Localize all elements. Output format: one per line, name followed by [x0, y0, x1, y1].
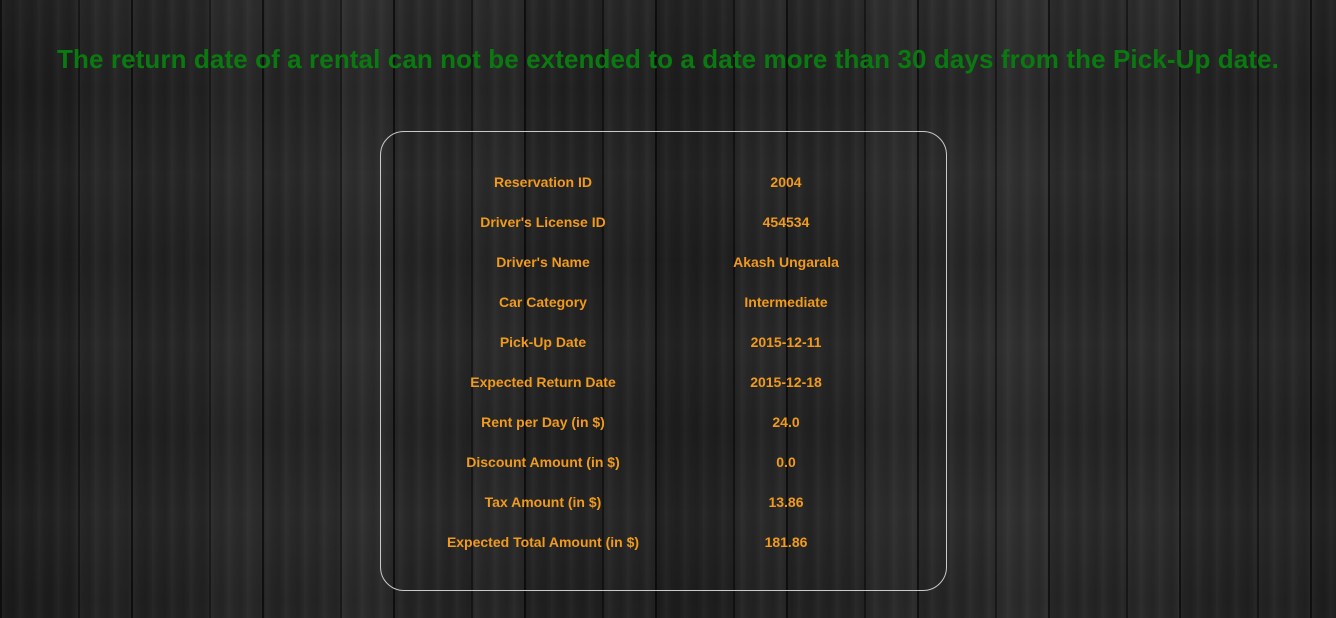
row-reservation-id: Reservation ID 2004	[381, 174, 946, 194]
row-discount-amount: Discount Amount (in $) 0.0	[381, 454, 946, 474]
field-label: Expected Return Date	[470, 374, 616, 390]
field-label: Expected Total Amount (in $)	[446, 534, 640, 550]
field-value: Intermediate	[744, 294, 828, 310]
page: { "message": "The return date of a renta…	[0, 0, 1336, 618]
error-message: The return date of a rental can not be e…	[57, 44, 1279, 74]
field-value: Akash Ungarala	[733, 254, 839, 270]
field-label: Tax Amount (in $)	[484, 494, 602, 510]
field-label: Driver's License ID	[480, 214, 606, 230]
row-pick-up-date: Pick-Up Date 2015-12-11	[381, 334, 946, 354]
field-label: Car Category	[499, 294, 587, 310]
row-rent-per-day: Rent per Day (in $) 24.0	[381, 414, 946, 434]
field-label: Discount Amount (in $)	[466, 454, 620, 470]
field-value: 2015-12-11	[750, 334, 822, 350]
row-drivers-license-id: Driver's License ID 454534	[381, 214, 946, 234]
reservation-details-panel: Reservation ID 2004 Driver's License ID …	[380, 131, 947, 591]
field-value: 454534	[762, 214, 810, 230]
field-value: 0.0	[776, 454, 796, 470]
field-value: 24.0	[772, 414, 800, 430]
row-tax-amount: Tax Amount (in $) 13.86	[381, 494, 946, 514]
row-expected-total-amount: Expected Total Amount (in $) 181.86	[381, 534, 946, 554]
field-value: 2015-12-18	[750, 374, 822, 390]
row-car-category: Car Category Intermediate	[381, 294, 946, 314]
field-label: Rent per Day (in $)	[481, 414, 605, 430]
field-label: Driver's Name	[496, 254, 590, 270]
field-value: 2004	[770, 174, 802, 190]
field-value: 181.86	[764, 534, 808, 550]
row-expected-return-date: Expected Return Date 2015-12-18	[381, 374, 946, 394]
field-label: Reservation ID	[493, 174, 593, 190]
field-value: 13.86	[768, 494, 804, 510]
field-label: Pick-Up Date	[499, 334, 587, 350]
row-drivers-name: Driver's Name Akash Ungarala	[381, 254, 946, 274]
